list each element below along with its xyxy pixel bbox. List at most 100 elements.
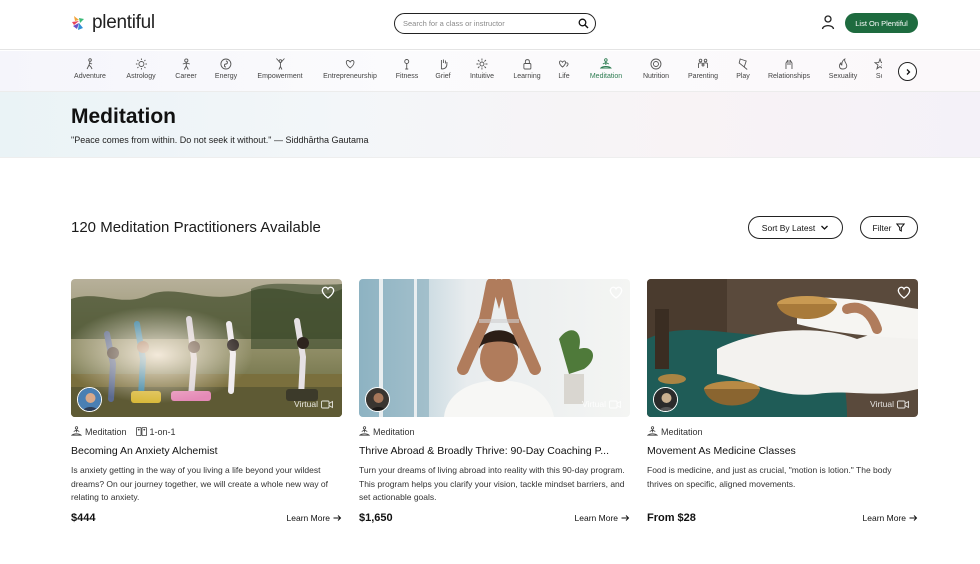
- category-partial[interactable]: Sc: [874, 58, 882, 80]
- category-play[interactable]: Play: [736, 58, 750, 80]
- learn-more-label: Learn More: [286, 513, 330, 523]
- sort-button[interactable]: Sort By Latest: [748, 216, 843, 239]
- category-label: Intuitive: [469, 73, 495, 80]
- category-label: Play: [736, 73, 750, 80]
- filter-button[interactable]: Filter: [860, 216, 918, 239]
- category-label: Career: [175, 73, 197, 80]
- search-bar[interactable]: [394, 13, 596, 34]
- learn-more-link[interactable]: Learn More: [863, 513, 918, 523]
- logo-text: plentiful: [92, 12, 155, 33]
- category-life[interactable]: Life: [558, 58, 570, 80]
- category-label: Meditation: [589, 73, 623, 80]
- favorite-heart-icon[interactable]: [897, 286, 911, 299]
- card-title[interactable]: Becoming An Anxiety Alchemist: [71, 445, 342, 457]
- category-adventure[interactable]: Adventure: [74, 58, 106, 80]
- tag-format: 1-on-1: [135, 426, 176, 437]
- arrow-right-icon: [909, 515, 918, 521]
- search-input[interactable]: [403, 19, 578, 28]
- learn-more-label: Learn More: [574, 513, 618, 523]
- card-image-singing-bowls[interactable]: Virtual: [647, 279, 918, 417]
- learn-more-link[interactable]: Learn More: [287, 513, 342, 523]
- user-account-icon[interactable]: [820, 14, 836, 30]
- category-label: Adventure: [74, 73, 106, 80]
- category-label: Fitness: [395, 73, 419, 80]
- tag-label: 1-on-1: [149, 426, 176, 437]
- virtual-label: Virtual: [582, 399, 606, 409]
- arrow-right-icon: [333, 515, 342, 521]
- category-label: Astrology: [126, 73, 156, 80]
- list-on-plentiful-button[interactable]: List On Plentiful: [845, 13, 918, 33]
- kettlebell-icon: [404, 59, 410, 70]
- card-image-outdoor-yoga[interactable]: Virtual: [71, 279, 342, 417]
- plate-icon: [650, 58, 662, 70]
- chevron-down-icon: [821, 225, 829, 230]
- video-camera-icon: [321, 400, 333, 408]
- category-intuitive[interactable]: Intuitive: [470, 58, 494, 80]
- swirl-icon: [220, 58, 232, 70]
- category-fitness[interactable]: Fitness: [395, 58, 419, 80]
- category-nutrition[interactable]: Nutrition: [643, 58, 669, 80]
- logo[interactable]: plentiful: [71, 12, 155, 34]
- video-camera-icon: [609, 400, 621, 408]
- instructor-avatar[interactable]: [77, 387, 102, 412]
- category-sexuality[interactable]: Sexuality: [829, 58, 857, 80]
- learn-more-link[interactable]: Learn More: [575, 513, 630, 523]
- category-astrology[interactable]: Astrology: [126, 58, 156, 80]
- hands-icon: [785, 59, 793, 69]
- category-hero: Meditation "Peace comes from within. Do …: [0, 92, 980, 158]
- category-label: Entrepreneurship: [323, 73, 377, 80]
- practitioner-card[interactable]: Virtual Meditation Thrive Abroad & Broad…: [359, 279, 630, 529]
- raised-arms-icon: [275, 58, 285, 70]
- card-tags: Meditation: [359, 426, 415, 437]
- category-meditation[interactable]: Meditation: [590, 58, 622, 80]
- practitioner-card[interactable]: Virtual Meditation Movement As Medicine …: [647, 279, 918, 529]
- favorite-heart-icon[interactable]: [609, 286, 623, 299]
- kite-icon: [738, 58, 748, 70]
- card-price: $444: [71, 512, 96, 524]
- favorite-heart-icon[interactable]: [321, 286, 335, 299]
- instructor-avatar[interactable]: [365, 387, 390, 412]
- category-energy[interactable]: Energy: [215, 58, 237, 80]
- learn-more-label: Learn More: [862, 513, 906, 523]
- card-title[interactable]: Thrive Abroad & Broadly Thrive: 90-Day C…: [359, 445, 630, 457]
- category-empowerment[interactable]: Empowerment: [257, 58, 303, 80]
- family-icon: [698, 58, 708, 68]
- category-learning[interactable]: Learning: [513, 58, 541, 80]
- heart-badge-icon: [345, 60, 355, 69]
- category-career[interactable]: Career: [175, 58, 197, 80]
- meditation-icon: [359, 426, 370, 436]
- plentiful-logo-icon: [72, 16, 84, 30]
- tag-category: Meditation: [647, 426, 703, 437]
- eye-burst-icon: [476, 58, 488, 70]
- category-grief[interactable]: Grief: [435, 58, 451, 80]
- card-description: Food is medicine, and just as crucial, "…: [647, 465, 892, 489]
- chevron-right-icon: [906, 68, 910, 75]
- filter-funnel-icon: [896, 223, 906, 232]
- two-people-icon: [135, 426, 147, 437]
- tag-category: Meditation: [71, 426, 127, 437]
- category-entrepreneurship[interactable]: Entrepreneurship: [323, 58, 377, 80]
- top-header: plentiful List On Plentiful: [0, 0, 980, 50]
- category-label: Sexuality: [828, 73, 858, 80]
- category-label: Energy: [214, 73, 238, 80]
- category-label: Grief: [435, 73, 451, 80]
- category-label: Sc: [875, 73, 882, 80]
- star-icon: [874, 58, 882, 70]
- filter-label: Filter: [872, 222, 892, 233]
- practitioner-card[interactable]: Virtual Meditation 1-on-1 Becoming An An…: [71, 279, 342, 529]
- category-parenting[interactable]: Parenting: [688, 58, 718, 80]
- page-title: Meditation: [71, 105, 176, 128]
- virtual-badge: Virtual: [582, 399, 621, 409]
- virtual-label: Virtual: [870, 399, 894, 409]
- category-relationships[interactable]: Relationships: [768, 58, 810, 80]
- tag-category: Meditation: [359, 426, 415, 437]
- category-label: Nutrition: [642, 73, 670, 80]
- category-list: Adventure Astrology Career Energy Empowe…: [0, 51, 882, 92]
- card-tags: Meditation 1-on-1: [71, 426, 176, 437]
- instructor-avatar[interactable]: [653, 387, 678, 412]
- card-description: Is anxiety getting in the way of you liv…: [71, 465, 329, 502]
- card-image-woman-prayer-pose[interactable]: Virtual: [359, 279, 630, 417]
- card-title[interactable]: Movement As Medicine Classes: [647, 445, 918, 457]
- category-scroll-next-button[interactable]: [898, 62, 917, 81]
- search-icon[interactable]: [578, 18, 589, 29]
